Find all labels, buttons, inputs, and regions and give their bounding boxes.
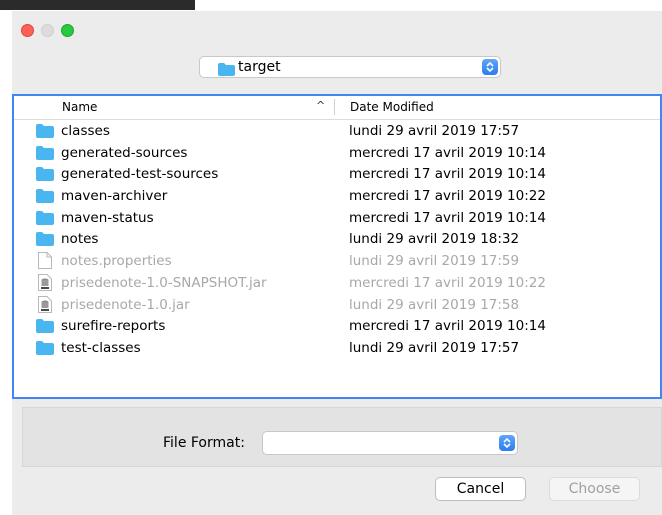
file-date: mercredi 17 avril 2019 10:14 — [349, 166, 546, 183]
file-format-label: File Format: — [163, 435, 245, 451]
window-edge — [0, 11, 12, 515]
folder-icon — [36, 123, 54, 139]
file-name: generated-test-sources — [61, 166, 219, 183]
file-row[interactable]: test-classes lundi 29 avril 2019 17:57 — [14, 337, 660, 359]
file-name: notes.properties — [61, 253, 172, 270]
choose-button[interactable]: Choose — [549, 477, 640, 501]
file-name: maven-status — [61, 209, 154, 226]
document-icon — [38, 252, 56, 270]
minimize-window-button[interactable] — [41, 24, 54, 37]
select-stepper-icon — [499, 435, 515, 451]
column-header: Name ^ Date Modified — [14, 96, 660, 120]
close-window-button[interactable] — [21, 24, 34, 37]
name-column-header[interactable]: Name — [62, 100, 97, 114]
sort-ascending-icon: ^ — [316, 99, 326, 112]
folder-icon — [218, 61, 235, 80]
cancel-button[interactable]: Cancel — [435, 477, 526, 501]
folder-icon — [36, 188, 54, 204]
file-date: lundi 29 avril 2019 17:57 — [349, 339, 520, 356]
file-date: lundi 29 avril 2019 18:32 — [349, 231, 520, 248]
file-date: mercredi 17 avril 2019 10:22 — [349, 188, 546, 205]
file-name: classes — [61, 123, 110, 139]
file-row[interactable]: classes lundi 29 avril 2019 17:57 — [14, 120, 660, 142]
date-column-header[interactable]: Date Modified — [350, 100, 434, 114]
file-row[interactable]: maven-archiver mercredi 17 avril 2019 10:… — [14, 185, 660, 207]
file-date: mercredi 17 avril 2019 10:22 — [349, 274, 546, 291]
file-name: maven-archiver — [61, 188, 168, 205]
file-row[interactable]: prisedenote-1.0-SNAPSHOT.jar mercredi 17 … — [14, 272, 660, 294]
folder-icon — [36, 340, 54, 356]
menu-bar-fragment — [0, 0, 195, 10]
file-date: mercredi 17 avril 2019 10:14 — [349, 144, 546, 161]
file-format-select[interactable] — [262, 431, 518, 455]
file-date: lundi 29 avril 2019 17:57 — [349, 123, 520, 139]
file-row[interactable]: notes.properties lundi 29 avril 2019 17:5… — [14, 250, 660, 272]
file-name: surefire-reports — [61, 318, 166, 335]
file-chooser-dialog: target Name ^ Date Modified classes lundi… — [12, 11, 662, 515]
file-browser[interactable]: Name ^ Date Modified classes lundi 29 avr… — [12, 94, 662, 399]
file-row[interactable]: surefire-reports mercredi 17 avril 2019 1… — [14, 315, 660, 337]
file-date: lundi 29 avril 2019 17:59 — [349, 253, 520, 270]
file-format-panel: File Format: — [22, 407, 662, 467]
desktop-background — [0, 0, 662, 11]
file-date: mercredi 17 avril 2019 10:14 — [349, 209, 546, 226]
location-popup[interactable]: target — [199, 56, 501, 78]
file-date: lundi 29 avril 2019 17:58 — [349, 296, 520, 313]
popup-stepper-icon — [482, 59, 498, 75]
file-name: generated-sources — [61, 144, 188, 161]
jar-file-icon — [38, 273, 56, 291]
file-row[interactable]: notes lundi 29 avril 2019 18:32 — [14, 228, 660, 250]
folder-icon — [36, 145, 54, 161]
zoom-window-button[interactable] — [61, 24, 74, 37]
file-name: prisedenote-1.0.jar — [61, 296, 190, 313]
file-row[interactable]: prisedenote-1.0.jar lundi 29 avril 2019 1… — [14, 294, 660, 316]
file-row[interactable]: generated-sources mercredi 17 avril 2019 … — [14, 142, 660, 164]
location-label: target — [238, 59, 281, 75]
folder-icon — [36, 231, 54, 247]
file-name: prisedenote-1.0-SNAPSHOT.jar — [61, 274, 267, 291]
file-name: test-classes — [61, 339, 141, 356]
file-name: notes — [61, 231, 99, 248]
file-date: mercredi 17 avril 2019 10:14 — [349, 318, 546, 335]
file-row[interactable]: generated-test-sources mercredi 17 avril … — [14, 163, 660, 185]
file-list: classes lundi 29 avril 2019 17:57 generate… — [14, 120, 660, 359]
column-divider[interactable] — [334, 99, 335, 115]
file-row[interactable]: maven-status mercredi 17 avril 2019 10:14 — [14, 207, 660, 229]
folder-icon — [36, 166, 54, 182]
folder-icon — [36, 210, 54, 226]
jar-file-icon — [38, 295, 56, 313]
folder-icon — [36, 318, 54, 334]
